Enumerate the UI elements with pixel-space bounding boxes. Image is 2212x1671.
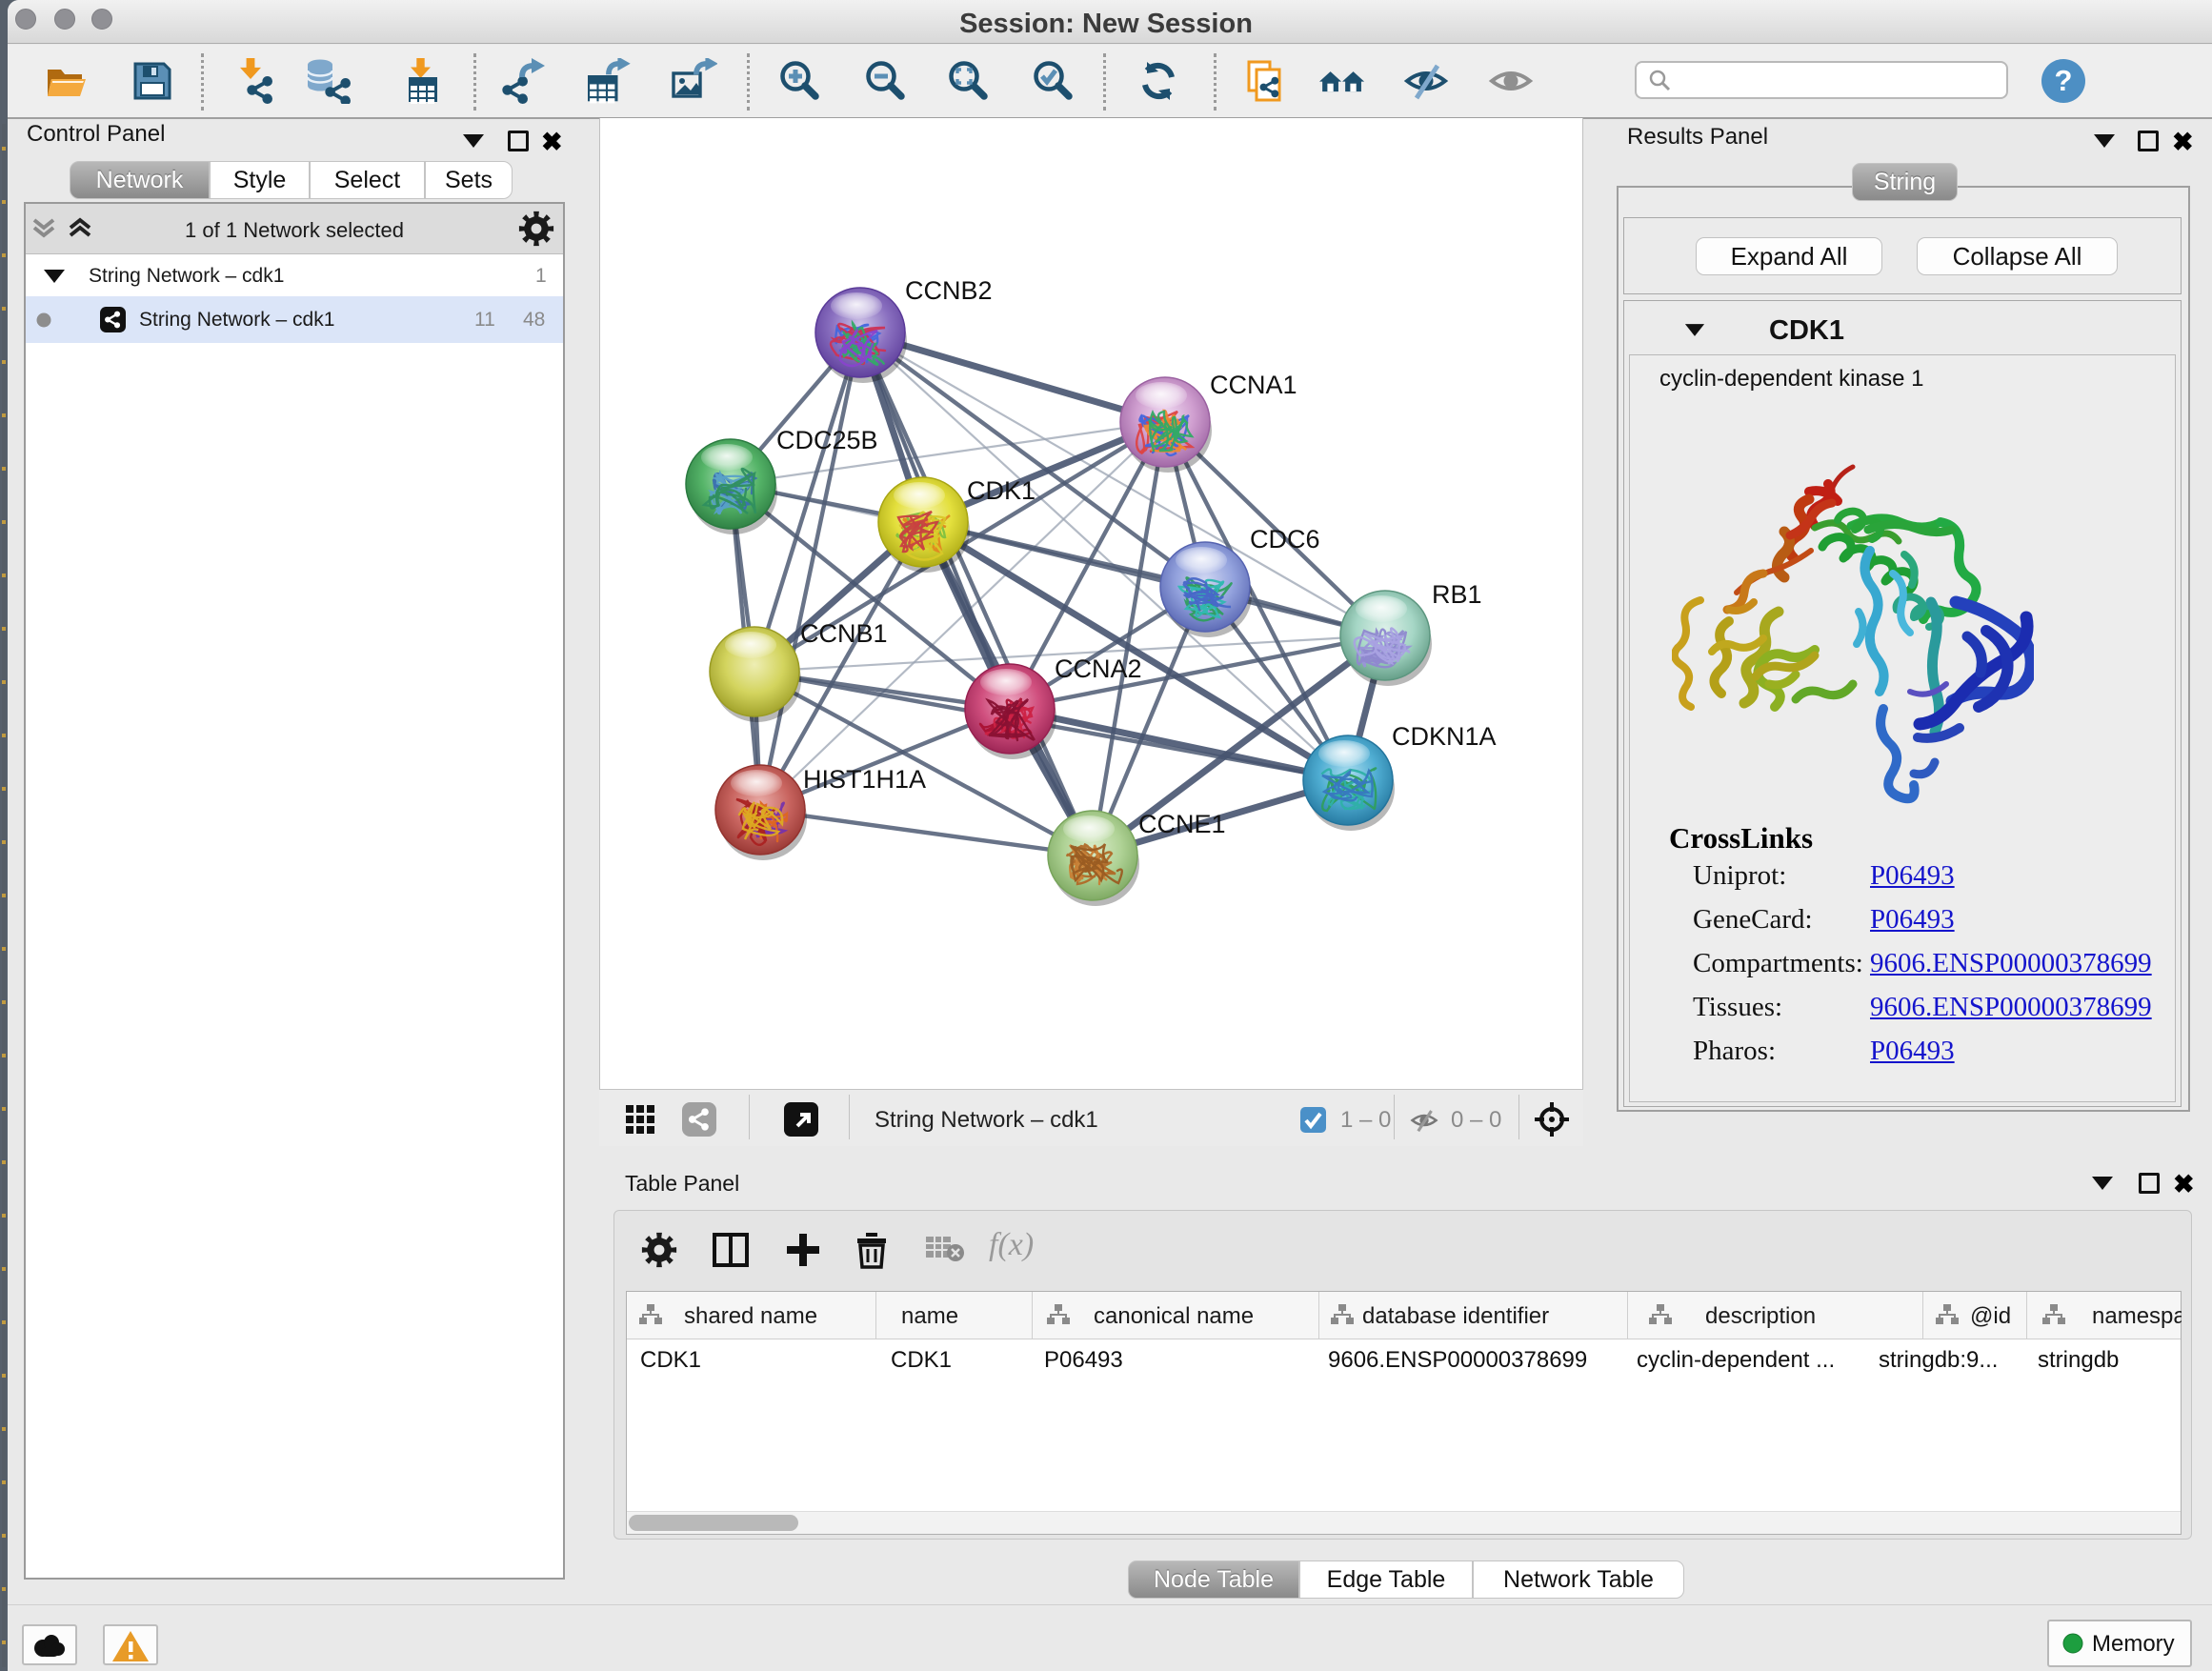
svg-text:?: ? — [2055, 64, 2073, 97]
